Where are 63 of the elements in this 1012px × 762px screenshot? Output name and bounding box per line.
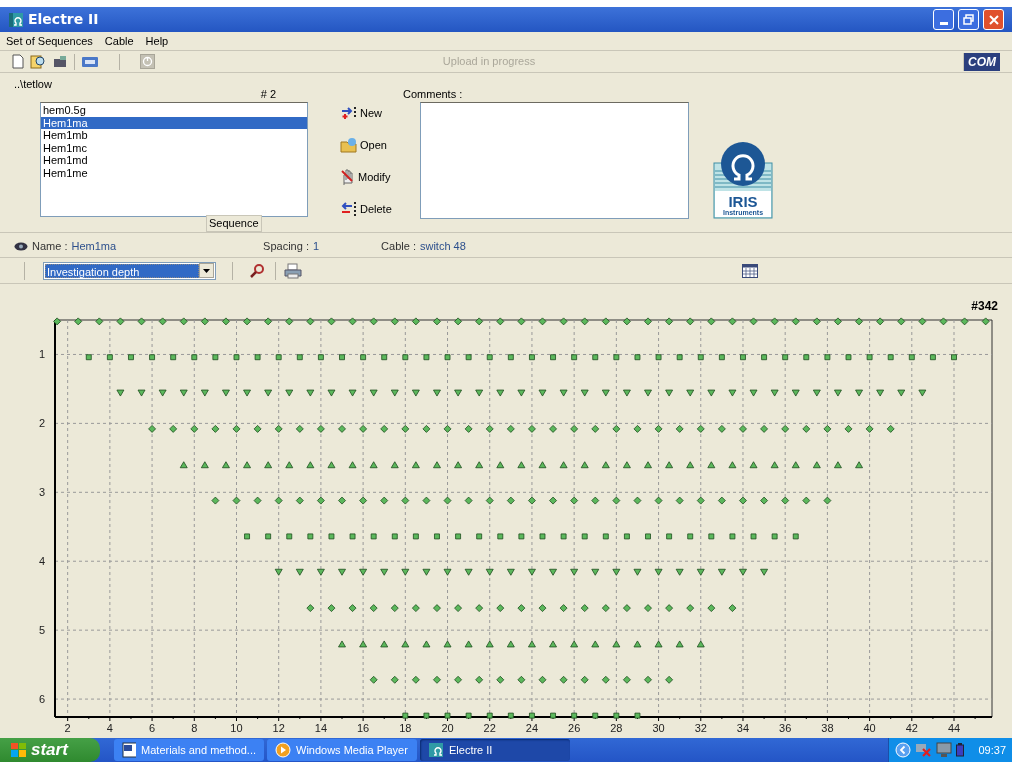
view-dropdown[interactable]: Investigation depth bbox=[43, 261, 216, 280]
window-title: Electre II bbox=[28, 10, 99, 29]
x-tick-label: 16 bbox=[357, 722, 370, 734]
port-label: COM bbox=[963, 52, 1000, 71]
upload-status: Upload in progress bbox=[442, 54, 536, 70]
action-button[interactable]: Delete bbox=[340, 199, 400, 219]
taskbar-button[interactable]: Materials and method... bbox=[114, 739, 264, 761]
sequence-item[interactable]: Hem1ma bbox=[41, 116, 307, 129]
x-tick-label: 38 bbox=[821, 722, 834, 734]
x-tick-label: 14 bbox=[314, 722, 328, 734]
x-tick-label: 20 bbox=[441, 722, 454, 734]
y-tick-label: 2 bbox=[38, 417, 45, 430]
name-label: Name : bbox=[32, 239, 68, 255]
taskbar-button[interactable]: Electre II bbox=[420, 739, 570, 761]
x-tick-label: 10 bbox=[230, 722, 243, 734]
x-tick-label: 2 bbox=[64, 722, 71, 734]
y-tick-label: 4 bbox=[38, 555, 45, 568]
taskbar-button[interactable]: Windows Media Player bbox=[267, 739, 417, 761]
x-tick-label: 4 bbox=[106, 722, 113, 734]
x-tick-label: 18 bbox=[399, 722, 412, 734]
spacing-value: 1 bbox=[312, 239, 320, 255]
cable-label: Cable : bbox=[381, 239, 416, 255]
y-tick-label: 1 bbox=[38, 348, 45, 361]
dropdown-value: Investigation depth bbox=[45, 263, 199, 278]
comments-label: Comments : bbox=[403, 87, 464, 101]
folder-label: ..\tetlow bbox=[12, 79, 54, 90]
y-tick-label: 6 bbox=[38, 693, 45, 706]
start-button[interactable]: start bbox=[0, 738, 100, 762]
x-tick-label: 42 bbox=[905, 722, 918, 734]
x-tick-label: 36 bbox=[779, 722, 792, 734]
sequence-count: # 2 bbox=[260, 87, 276, 101]
x-tick-label: 6 bbox=[149, 722, 156, 734]
x-tick-label: 8 bbox=[191, 722, 198, 734]
menu-item[interactable]: Cable bbox=[98, 33, 140, 49]
y-tick-label: 3 bbox=[38, 486, 45, 499]
sequence-item[interactable]: Hem1md bbox=[41, 154, 307, 167]
logo-name: IRIS bbox=[728, 193, 758, 210]
x-tick-label: 12 bbox=[272, 722, 285, 734]
cable-value: switch 48 bbox=[419, 239, 466, 255]
sequence-item[interactable]: Hem1mc bbox=[41, 141, 307, 154]
point-count: #342 bbox=[971, 298, 998, 315]
x-tick-label: 34 bbox=[736, 722, 750, 734]
x-tick-label: 44 bbox=[947, 722, 961, 734]
x-tick-label: 40 bbox=[863, 722, 876, 734]
x-tick-label: 28 bbox=[610, 722, 623, 734]
x-tick-label: 30 bbox=[652, 722, 665, 734]
action-button[interactable]: Open bbox=[340, 135, 400, 155]
spacing-label: Spacing : bbox=[263, 239, 309, 255]
y-tick-label: 5 bbox=[38, 624, 45, 637]
menu-item[interactable]: Help bbox=[139, 33, 175, 49]
x-tick-label: 24 bbox=[525, 722, 539, 734]
x-tick-label: 22 bbox=[483, 722, 496, 734]
menu-item[interactable]: Set of Sequences bbox=[0, 33, 99, 49]
sequence-tab[interactable]: Sequence bbox=[206, 215, 262, 232]
x-tick-label: 26 bbox=[568, 722, 581, 734]
sequence-item[interactable]: Hem1me bbox=[41, 166, 307, 179]
sequence-item[interactable]: hem0.5g bbox=[41, 104, 307, 117]
action-button[interactable]: New bbox=[340, 103, 400, 123]
name-value: Hem1ma bbox=[71, 239, 117, 255]
x-tick-label: 32 bbox=[694, 722, 707, 734]
action-button[interactable]: Modify bbox=[340, 167, 400, 187]
sequence-item[interactable]: Hem1mb bbox=[41, 129, 307, 142]
clock: 09:37 bbox=[978, 742, 1006, 758]
